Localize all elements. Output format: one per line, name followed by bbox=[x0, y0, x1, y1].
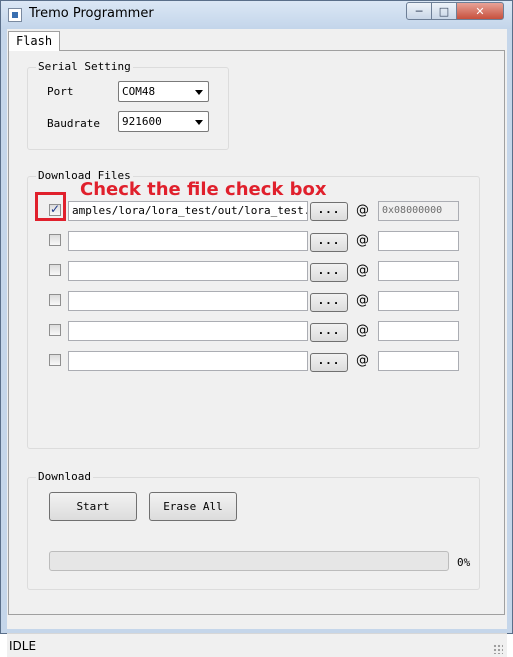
minimize-button[interactable]: ─ bbox=[406, 2, 432, 20]
browse-button-2[interactable]: ... bbox=[310, 233, 348, 252]
address-input-3[interactable] bbox=[378, 261, 459, 281]
browse-button-3[interactable]: ... bbox=[310, 263, 348, 282]
serial-setting-title: Serial Setting bbox=[36, 60, 133, 73]
address-input-1[interactable]: 0x08000000 bbox=[378, 201, 459, 221]
at-symbol: @ bbox=[356, 353, 369, 368]
flash-tab-panel: Serial Setting Port COM48 Baudrate 92160… bbox=[8, 50, 505, 615]
at-symbol: @ bbox=[356, 203, 369, 218]
client-area: Flash Serial Setting Port COM48 Baudrate… bbox=[7, 29, 507, 657]
at-symbol: @ bbox=[356, 233, 369, 248]
port-select[interactable]: COM48 bbox=[118, 81, 209, 102]
baudrate-select[interactable]: 921600 bbox=[118, 111, 209, 132]
file-checkbox-3[interactable] bbox=[49, 264, 61, 276]
maximize-button[interactable]: □ bbox=[431, 2, 457, 20]
file-path-input-2[interactable] bbox=[68, 231, 308, 251]
download-progress-bar bbox=[49, 551, 449, 571]
file-path-input-3[interactable] bbox=[68, 261, 308, 281]
app-icon bbox=[8, 8, 22, 22]
download-title: Download bbox=[36, 470, 93, 483]
annotation-highlight-box bbox=[35, 192, 66, 221]
address-input-6[interactable] bbox=[378, 351, 459, 371]
erase-all-button[interactable]: Erase All bbox=[149, 492, 237, 521]
browse-button-6[interactable]: ... bbox=[310, 353, 348, 372]
baudrate-label: Baudrate bbox=[47, 117, 100, 130]
title-bar[interactable]: Tremo Programmer ─ □ ✕ bbox=[1, 1, 512, 29]
resize-grip-icon[interactable] bbox=[493, 644, 503, 654]
file-path-input-4[interactable] bbox=[68, 291, 308, 311]
app-window: Tremo Programmer ─ □ ✕ Flash Serial Sett… bbox=[0, 0, 513, 657]
file-checkbox-6[interactable] bbox=[49, 354, 61, 366]
address-input-5[interactable] bbox=[378, 321, 459, 341]
browse-button-4[interactable]: ... bbox=[310, 293, 348, 312]
port-value: COM48 bbox=[122, 85, 156, 98]
file-checkbox-4[interactable] bbox=[49, 294, 61, 306]
address-input-4[interactable] bbox=[378, 291, 459, 311]
status-bar: IDLE bbox=[7, 633, 507, 657]
window-title: Tremo Programmer bbox=[29, 6, 154, 21]
status-text: IDLE bbox=[9, 639, 37, 653]
at-symbol: @ bbox=[356, 323, 369, 338]
file-checkbox-5[interactable] bbox=[49, 324, 61, 336]
tab-flash[interactable]: Flash bbox=[8, 31, 60, 51]
file-path-input-1[interactable]: amples/lora/lora_test/out/lora_test.bin bbox=[68, 201, 308, 221]
start-button[interactable]: Start bbox=[49, 492, 137, 521]
file-path-input-6[interactable] bbox=[68, 351, 308, 371]
annotation-text: Check the file check box bbox=[80, 179, 327, 200]
chevron-down-icon bbox=[195, 120, 203, 125]
browse-button-1[interactable]: ... bbox=[310, 202, 348, 221]
chevron-down-icon bbox=[195, 90, 203, 95]
browse-button-5[interactable]: ... bbox=[310, 323, 348, 342]
progress-percent: 0% bbox=[457, 556, 471, 569]
file-checkbox-2[interactable] bbox=[49, 234, 61, 246]
at-symbol: @ bbox=[356, 263, 369, 278]
port-label: Port bbox=[47, 85, 74, 98]
address-input-2[interactable] bbox=[378, 231, 459, 251]
at-symbol: @ bbox=[356, 293, 369, 308]
baudrate-value: 921600 bbox=[122, 115, 162, 128]
serial-setting-group bbox=[27, 67, 229, 150]
file-path-input-5[interactable] bbox=[68, 321, 308, 341]
close-button[interactable]: ✕ bbox=[456, 2, 504, 20]
